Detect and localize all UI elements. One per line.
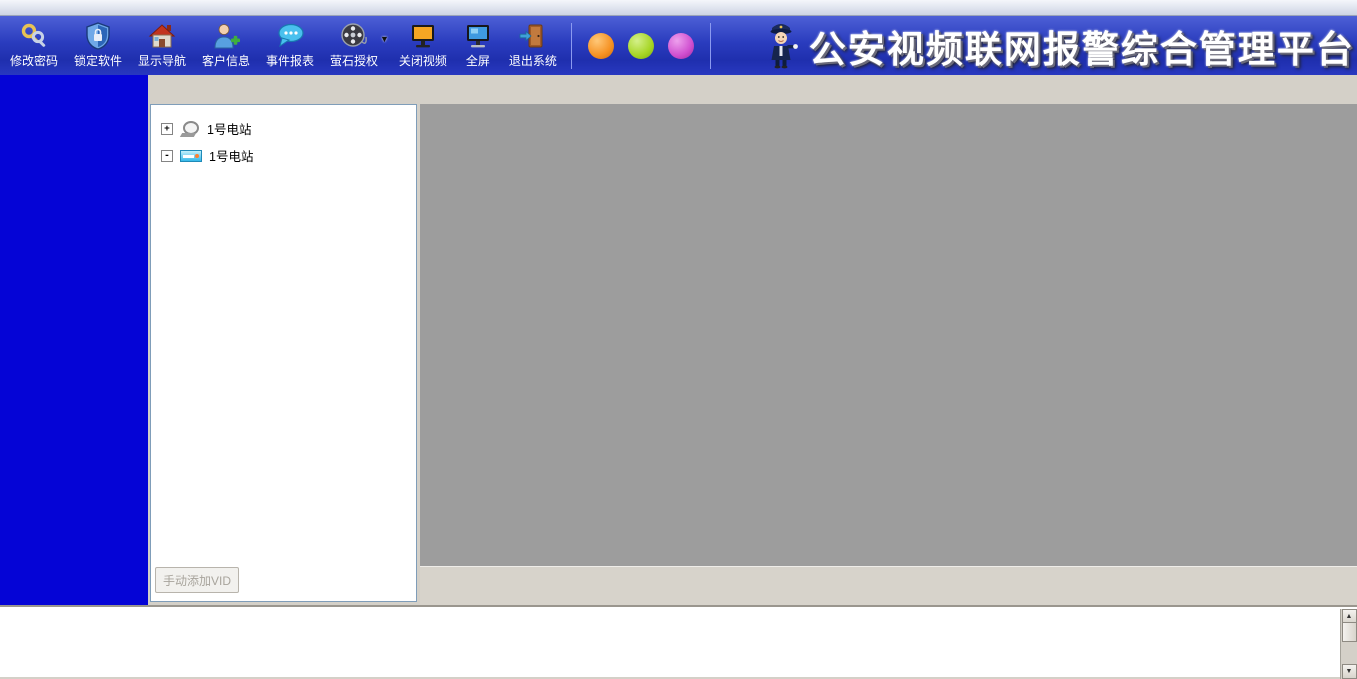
status-light-orange (588, 33, 614, 59)
customer-info-button[interactable]: 客户信息 (194, 19, 258, 73)
device-tree-panel: + 1号电站 - 1号电站 手动添加VID (150, 104, 417, 602)
fullscreen-button[interactable]: 全屏 (455, 19, 501, 73)
lock-software-button[interactable]: 锁定软件 (66, 19, 130, 73)
status-light-green (628, 33, 654, 59)
monitor-blue-icon (463, 22, 493, 50)
dropdown-arrow-icon[interactable]: ▼ (380, 34, 389, 44)
toolbar-separator (710, 23, 711, 69)
toolbar-label: 退出系统 (509, 52, 557, 69)
toolbar-label: 事件报表 (266, 52, 314, 69)
tree-root-station[interactable]: + 1号电站 (151, 115, 416, 142)
toolbar-label: 关闭视频 (399, 52, 447, 69)
shield-lock-icon (83, 22, 113, 50)
toolbar-label: 显示导航 (138, 52, 186, 69)
manual-add-vid-button[interactable]: 手动添加VID (155, 567, 239, 593)
table-scrollbar[interactable]: ▲ ▼ (1340, 609, 1357, 679)
menu-bar (0, 0, 1357, 16)
add-user-icon (211, 22, 241, 50)
chat-report-icon (275, 22, 305, 50)
event-report-button[interactable]: 事件报表 (258, 19, 322, 73)
exit-door-icon (518, 22, 548, 50)
keys-icon (19, 22, 49, 50)
toolbar-separator (571, 23, 572, 69)
close-video-button[interactable]: 关闭视频 (391, 19, 455, 73)
webcam-icon (180, 121, 200, 137)
show-navigation-button[interactable]: 显示导航 (130, 19, 194, 73)
status-lights (588, 33, 694, 59)
tree-node-label: 1号电站 (209, 146, 253, 165)
tree-root-dvr[interactable]: - 1号电站 (151, 142, 416, 169)
exit-system-button[interactable]: 退出系统 (501, 19, 565, 73)
video-monitor-area (420, 104, 1357, 566)
collapse-minus-icon[interactable]: - (161, 150, 173, 162)
police-officer-icon (763, 19, 799, 72)
app-title: 公安视频联网报警综合管理平台 (809, 19, 1355, 73)
toolbar-label: 锁定软件 (74, 52, 122, 69)
toolbar-label: 萤石授权 (330, 52, 378, 69)
toolbar-label: 全屏 (466, 52, 490, 69)
event-table-area: ▲ ▼ (0, 605, 1357, 677)
dvr-icon (180, 150, 202, 162)
expand-plus-icon[interactable]: + (161, 123, 173, 135)
toolbar-label: 客户信息 (202, 52, 250, 69)
sidebar-nav (0, 75, 148, 605)
ezviz-auth-button[interactable]: 萤石授权 (322, 19, 386, 73)
monitor-orange-icon (408, 22, 438, 50)
workspace: + 1号电站 - 1号电站 手动添加VID (148, 75, 1357, 605)
status-light-purple (668, 33, 694, 59)
film-reel-icon (339, 22, 369, 50)
toolbar-label: 修改密码 (10, 52, 58, 69)
house-icon (147, 22, 177, 50)
video-controls-bar (420, 566, 1357, 605)
scroll-thumb[interactable] (1342, 622, 1357, 642)
change-password-button[interactable]: 修改密码 (2, 19, 66, 73)
tree-node-label: 1号电站 (207, 119, 251, 138)
toolbar: 修改密码 锁定软件 显示导航 客户信息 事件报表 萤石授权 ▼ 关闭视频 (0, 16, 1357, 75)
video-grid (424, 115, 1353, 562)
